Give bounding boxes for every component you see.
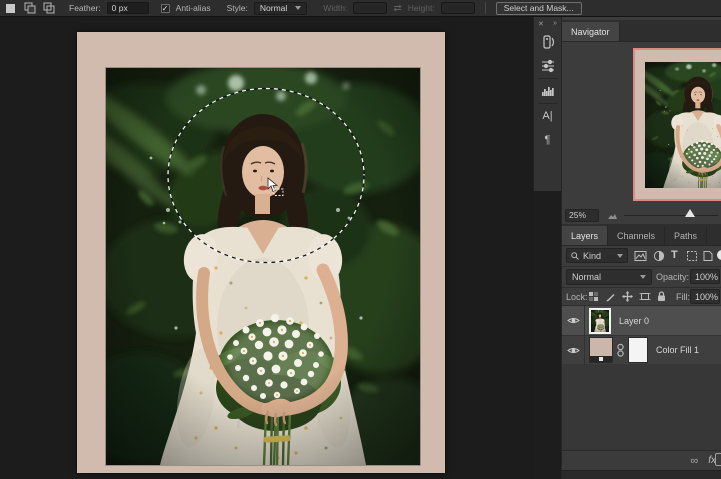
layers-list: Layer 0 Color Fill 1 (562, 306, 721, 450)
style-select[interactable]: Normal (254, 2, 307, 15)
document-canvas[interactable] (77, 32, 445, 473)
search-icon (571, 252, 579, 260)
layer-name: Color Fill 1 (656, 345, 699, 355)
layer-filter-row: Kind T (562, 246, 721, 267)
add-to-selection-mode-icon[interactable] (23, 2, 36, 15)
zoom-out-mountain-icon[interactable] (608, 212, 617, 219)
filter-adjustment-layers-icon[interactable] (653, 250, 665, 262)
select-and-mask-button[interactable]: Select and Mask... (496, 2, 582, 15)
adjustments-panel-icon[interactable] (536, 54, 560, 78)
layer-row-layer0[interactable]: Layer 0 (562, 306, 721, 335)
tool-options-bar: Feather: 0 px ✓ Anti-alias Style: Normal… (0, 0, 721, 17)
photoshop-window: Feather: 0 px ✓ Anti-alias Style: Normal… (0, 0, 721, 479)
link-layers-icon[interactable]: ∞ (690, 455, 698, 467)
layer0-thumbnail[interactable] (589, 308, 611, 334)
zoom-slider-track[interactable] (624, 215, 718, 216)
lock-image-pixels-icon[interactable] (605, 291, 616, 302)
blend-mode-select[interactable]: Normal (566, 269, 652, 285)
filter-pixel-layers-icon[interactable] (634, 250, 647, 262)
kind-filter-value: Kind (583, 251, 601, 261)
visibility-eye-icon[interactable] (562, 316, 584, 325)
opacity-value: 100% (695, 272, 718, 282)
blend-opacity-row: Normal Opacity: 100% (562, 267, 721, 288)
new-selection-mode-icon[interactable] (4, 2, 17, 15)
layers-panel-footer: ∞ fx (562, 450, 721, 470)
chevron-down-icon (617, 254, 623, 258)
new-layer-icon[interactable] (715, 453, 721, 466)
tab-layers[interactable]: Layers (562, 226, 608, 245)
fill-value: 100% (695, 292, 718, 302)
lock-fill-row: Lock: Fill: 100% (562, 288, 721, 306)
panel-bottom-strip (562, 470, 721, 479)
color-fill-thumbnail[interactable] (589, 337, 613, 363)
opacity-label: Opacity: (656, 272, 689, 282)
feather-input[interactable]: 0 px (107, 2, 149, 14)
feather-label: Feather: (69, 3, 101, 13)
layer-name: Layer 0 (619, 316, 649, 326)
collapsed-panel-dock: ✕ » A| ¶ (533, 17, 561, 191)
blend-mode-value: Normal (572, 272, 601, 282)
anti-alias-checkbox[interactable]: ✓ (161, 4, 170, 13)
divider (584, 336, 585, 365)
close-icon[interactable]: ✕ (538, 20, 544, 28)
navigator-zoom-row: 25% (562, 206, 721, 224)
lock-artboard-icon[interactable] (639, 291, 651, 302)
layers-tabbar: Layers Channels Paths (562, 224, 721, 246)
filter-smart-objects-icon[interactable] (702, 250, 714, 262)
photo-layer[interactable] (106, 68, 420, 465)
chevron-down-icon (295, 6, 301, 10)
divider (584, 306, 585, 335)
fill-mini-slider-handle (599, 357, 603, 361)
layer-row-colorfill1[interactable]: Color Fill 1 (562, 335, 721, 364)
histogram-panel-icon[interactable] (536, 79, 560, 103)
kind-filter-select[interactable]: Kind (566, 248, 628, 263)
filter-shape-layers-icon[interactable] (686, 250, 698, 262)
navigator-panel-body (562, 42, 721, 206)
character-panel-icon[interactable]: A| (536, 104, 560, 128)
zoom-slider-thumb[interactable] (685, 209, 695, 217)
swap-width-height-icon: ⇄ (393, 3, 401, 14)
fill-input[interactable]: 100% (690, 289, 720, 304)
divider (485, 2, 486, 14)
tab-channels[interactable]: Channels (608, 226, 665, 245)
height-input (441, 2, 475, 14)
tab-navigator[interactable]: Navigator (562, 22, 620, 41)
opacity-input[interactable]: 100% (690, 269, 720, 284)
lock-position-icon[interactable] (622, 291, 633, 302)
style-value: Normal (260, 3, 287, 13)
double-chevron-collapse-icon[interactable]: » (553, 20, 557, 27)
fill-label: Fill: (676, 292, 690, 302)
height-label: Height: (408, 3, 435, 13)
mask-link-icon[interactable] (616, 343, 625, 358)
lock-transparent-pixels-icon[interactable] (588, 291, 599, 302)
chevron-down-icon (640, 275, 646, 279)
style-label: Style: (227, 3, 248, 13)
intersect-selection-mode-icon[interactable] (42, 2, 55, 15)
layer-mask-thumbnail[interactable] (628, 337, 648, 363)
lock-all-icon[interactable] (656, 290, 667, 302)
paragraph-panel-icon[interactable]: ¶ (536, 128, 560, 152)
lock-label: Lock: (566, 292, 588, 302)
filter-toggle-icon[interactable] (717, 250, 721, 260)
tab-paths[interactable]: Paths (665, 226, 707, 245)
width-input (353, 2, 387, 14)
anti-alias-label: Anti-alias (176, 3, 211, 13)
navigator-tabbar: Navigator (562, 20, 721, 42)
navigator-zoom-input[interactable]: 25% (565, 209, 599, 222)
navigator-proxy-preview[interactable] (633, 48, 721, 201)
properties-panel-icon[interactable] (536, 30, 560, 54)
filter-type-layers-icon[interactable]: T (671, 249, 678, 261)
visibility-eye-icon[interactable] (562, 346, 584, 355)
right-panel-group: Navigator 25% Layers Channels Paths Kind (561, 17, 721, 479)
width-label: Width: (323, 3, 347, 13)
